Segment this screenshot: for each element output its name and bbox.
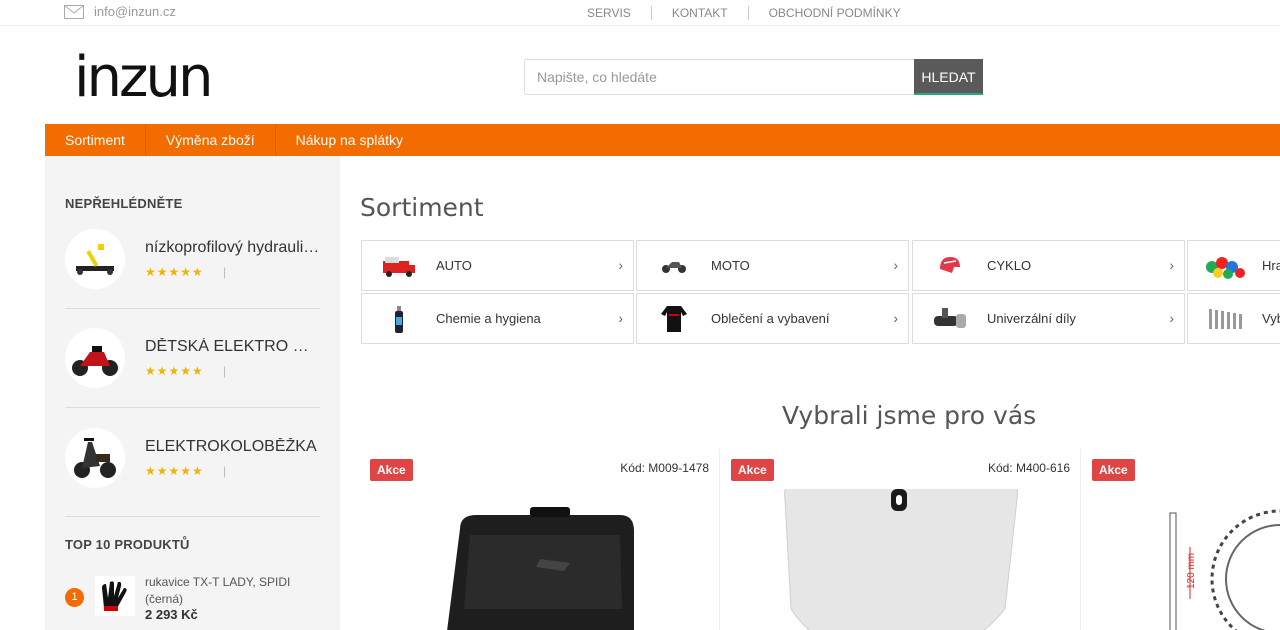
product-card[interactable]: Akce Kód: M400-616 xyxy=(721,449,1081,630)
product-image xyxy=(721,476,1080,630)
clothing-icon xyxy=(649,304,699,334)
category-label: Chemie a hygiena xyxy=(436,311,541,326)
sale-badge: Akce xyxy=(731,459,774,481)
featured-name: DĚTSKÁ ELEKTRO MOTORKA xyxy=(145,338,320,355)
parts-icon xyxy=(925,306,975,332)
search-input[interactable] xyxy=(524,59,914,95)
rating-stars: ★★★★★ xyxy=(145,265,204,279)
terms-link[interactable]: OBCHODNÍ PODMÍNKY xyxy=(747,5,921,20)
svg-text:120 mm: 120 mm xyxy=(1186,553,1197,589)
rank-badge: 1 xyxy=(65,588,84,607)
category-label: MOTO xyxy=(711,258,750,273)
email-text: info@inzun.cz xyxy=(94,4,176,19)
envelope-icon xyxy=(64,4,84,19)
chevron-right-icon: › xyxy=(893,257,898,273)
sale-badge: Akce xyxy=(370,459,413,481)
category-label: Hračky xyxy=(1262,258,1280,273)
product-code: Kód: M009-1478 xyxy=(620,461,709,475)
rating-separator: | xyxy=(223,265,227,279)
product-image: 120 mm xyxy=(1082,489,1280,630)
tools-icon xyxy=(1200,307,1250,331)
category-vybaveni-dilny[interactable]: Vybavení dílny › xyxy=(1187,293,1280,344)
rating-separator: | xyxy=(223,364,227,378)
rating-stars: ★★★★★ xyxy=(145,364,204,378)
product-image xyxy=(360,489,719,630)
spray-can-icon xyxy=(374,305,424,333)
featured-image xyxy=(65,229,125,289)
toys-icon xyxy=(1200,253,1250,279)
main-nav: Sortiment Výměna zboží Nákup na splátky xyxy=(45,124,1280,156)
featured-item[interactable]: nízkoprofilový hydraulický zvedák ★★★★★ … xyxy=(65,229,320,329)
category-hracky[interactable]: Hračky › xyxy=(1187,240,1280,291)
category-label: CYKLO xyxy=(987,258,1032,273)
kontakt-link[interactable]: KONTAKT xyxy=(650,5,748,20)
nav-vymena-zbozi[interactable]: Výměna zboží xyxy=(146,124,276,156)
category-univerzalni-dily[interactable]: Univerzální díly › xyxy=(912,293,1185,344)
category-label: Oblečení a vybavení xyxy=(711,311,830,326)
chevron-right-icon: › xyxy=(1169,310,1174,326)
category-chemie[interactable]: Chemie a hygiena › xyxy=(361,293,634,344)
product-code: Kód: M400-616 xyxy=(987,461,1070,475)
featured-name: ELEKTROKOLOBĚŽKA xyxy=(145,438,317,455)
divider xyxy=(65,516,320,517)
category-obleceni[interactable]: Oblečení a vybavení › xyxy=(636,293,909,344)
search-bar: HLEDAT xyxy=(524,59,983,95)
nav-nakup-na-splatky[interactable]: Nákup na splátky xyxy=(276,124,423,156)
rating-separator: | xyxy=(223,464,227,478)
search-button[interactable]: HLEDAT xyxy=(914,59,983,95)
motorcycle-icon xyxy=(649,258,699,274)
category-label: Univerzální díly xyxy=(987,311,1076,326)
picks-title: Vybrali jsme pro vás xyxy=(782,401,1037,430)
featured-heading: NEPŘEHLÉDNĚTE xyxy=(65,196,183,211)
chevron-right-icon: › xyxy=(1169,257,1174,273)
page-title: Sortiment xyxy=(360,193,484,222)
site-logo[interactable]: inzun xyxy=(74,50,213,106)
top-links: SERVIS KONTAKT OBCHODNÍ PODMÍNKY xyxy=(567,0,921,25)
bicycle-helmet-icon xyxy=(925,255,975,277)
nav-sortiment[interactable]: Sortiment xyxy=(45,124,146,156)
contact-email[interactable]: info@inzun.cz xyxy=(64,4,176,19)
top10-heading: TOP 10 PRODUKTŮ xyxy=(65,537,190,552)
featured-item[interactable]: ELEKTROKOLOBĚŽKA ★★★★★ | xyxy=(65,428,320,528)
top-bar: info@inzun.cz SERVIS KONTAKT OBCHODNÍ PO… xyxy=(0,0,1280,26)
chevron-right-icon: › xyxy=(618,257,623,273)
chevron-right-icon: › xyxy=(618,310,623,326)
divider xyxy=(65,308,320,309)
rating-stars: ★★★★★ xyxy=(145,464,204,478)
category-grid: AUTO › MOTO › CYKLO › Hračky › Chemie a … xyxy=(361,240,1280,344)
category-moto[interactable]: MOTO › xyxy=(636,240,909,291)
product-card[interactable]: Akce 120 mm xyxy=(1082,449,1280,630)
category-auto[interactable]: AUTO › xyxy=(361,240,634,291)
glove-image xyxy=(95,576,135,616)
sidebar: NEPŘEHLÉDNĚTE nízkoprofilový hydraulický… xyxy=(45,156,340,630)
car-icon xyxy=(374,253,424,279)
chevron-right-icon: › xyxy=(893,310,898,326)
featured-name: nízkoprofilový hydraulický zvedák xyxy=(145,239,320,256)
product-card[interactable]: Akce Kód: M009-1478 xyxy=(360,449,720,630)
top10-price: 2 293 Kč xyxy=(145,607,198,622)
featured-item[interactable]: DĚTSKÁ ELEKTRO MOTORKA ★★★★★ | xyxy=(65,328,320,428)
category-label: AUTO xyxy=(436,258,472,273)
featured-image xyxy=(65,428,125,488)
divider xyxy=(65,407,320,408)
featured-image xyxy=(65,328,125,388)
top10-name: rukavice TX-T LADY, SPIDI (černá) xyxy=(145,575,291,606)
category-label: Vybavení dílny xyxy=(1262,311,1280,326)
category-cyklo[interactable]: CYKLO › xyxy=(912,240,1185,291)
servis-link[interactable]: SERVIS xyxy=(567,6,651,20)
sale-badge: Akce xyxy=(1092,459,1135,481)
